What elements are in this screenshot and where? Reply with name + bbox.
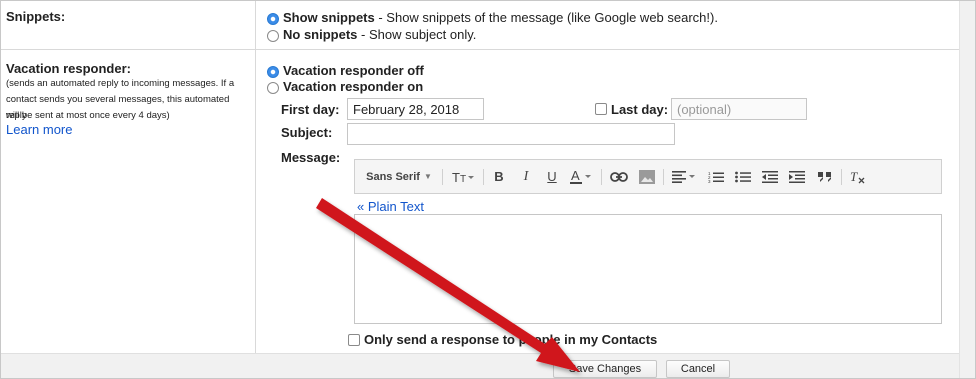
vacation-off-option[interactable]: Vacation responder off: [283, 63, 424, 78]
no-snippets-title: No snippets: [283, 27, 358, 42]
vacation-on-radio[interactable]: [267, 82, 279, 94]
no-snippets-desc: - Show subject only.: [357, 27, 477, 42]
indent-more-icon[interactable]: [786, 160, 808, 193]
bulleted-list-icon[interactable]: [732, 160, 754, 193]
contacts-only-checkbox[interactable]: [348, 334, 360, 346]
italic-icon[interactable]: I: [515, 160, 537, 193]
snippets-label: Snippets:: [6, 9, 66, 24]
vacation-note-1: (sends an automated reply to incoming me…: [6, 78, 235, 89]
font-family-dropdown[interactable]: Sans Serif ▼: [361, 160, 437, 193]
vacation-on-option[interactable]: Vacation responder on: [283, 79, 423, 94]
show-snippets-option[interactable]: Show snippets - Show snippets of the mes…: [283, 10, 718, 25]
vacation-off-label: Vacation responder off: [283, 63, 424, 78]
text-size-icon[interactable]: TT: [448, 160, 478, 193]
font-family-label: Sans Serif: [366, 170, 420, 183]
column-divider: [255, 1, 256, 353]
svg-text:T: T: [850, 170, 858, 184]
learn-more-link[interactable]: Learn more: [6, 122, 72, 137]
show-snippets-radio[interactable]: [267, 13, 279, 25]
footer-bar: [1, 353, 959, 378]
subject-input[interactable]: [347, 123, 675, 145]
remove-formatting-icon[interactable]: T: [847, 160, 869, 193]
cancel-button[interactable]: Cancel: [666, 360, 730, 378]
subject-label: Subject:: [281, 125, 333, 140]
snippets-row: [1, 1, 959, 50]
bold-icon[interactable]: B: [488, 160, 510, 193]
last-day-checkbox[interactable]: [595, 103, 607, 115]
underline-icon[interactable]: U: [541, 160, 563, 193]
first-day-input[interactable]: [347, 98, 484, 120]
image-icon[interactable]: [635, 160, 659, 193]
align-icon[interactable]: [669, 160, 699, 193]
message-label: Message:: [281, 150, 341, 165]
no-snippets-option[interactable]: No snippets - Show subject only.: [283, 27, 476, 42]
last-day-label: Last day:: [611, 102, 669, 117]
contacts-only-label: Only send a response to people in my Con…: [364, 332, 658, 347]
text-color-icon[interactable]: A: [567, 160, 597, 193]
show-snippets-title: Show snippets: [283, 10, 375, 25]
svg-text:A: A: [571, 169, 580, 183]
vacation-label: Vacation responder:: [6, 61, 131, 76]
svg-text:T: T: [460, 174, 466, 184]
save-changes-button[interactable]: Save Changes: [553, 360, 657, 378]
svg-text:3: 3: [708, 179, 711, 183]
show-snippets-desc: - Show snippets of the message (like Goo…: [374, 10, 718, 25]
last-day-input[interactable]: [671, 98, 807, 120]
first-day-label: First day:: [281, 102, 340, 117]
chevron-down-icon: ▼: [423, 172, 432, 181]
svg-text:T: T: [452, 170, 460, 184]
scrollbar-track[interactable]: [959, 1, 975, 378]
link-icon[interactable]: [607, 160, 631, 193]
vacation-off-radio[interactable]: [267, 66, 279, 78]
no-snippets-radio[interactable]: [267, 30, 279, 42]
message-editor[interactable]: [354, 214, 942, 324]
vacation-on-label: Vacation responder on: [283, 79, 424, 94]
indent-less-icon[interactable]: [759, 160, 781, 193]
settings-panel: Snippets: Show snippets - Show snippets …: [0, 0, 976, 379]
format-toolbar: Sans Serif ▼ TT B I U A 123 T: [354, 159, 942, 194]
quote-icon[interactable]: [814, 160, 836, 193]
plain-text-link[interactable]: « Plain Text: [357, 199, 424, 214]
numbered-list-icon[interactable]: 123: [705, 160, 727, 193]
